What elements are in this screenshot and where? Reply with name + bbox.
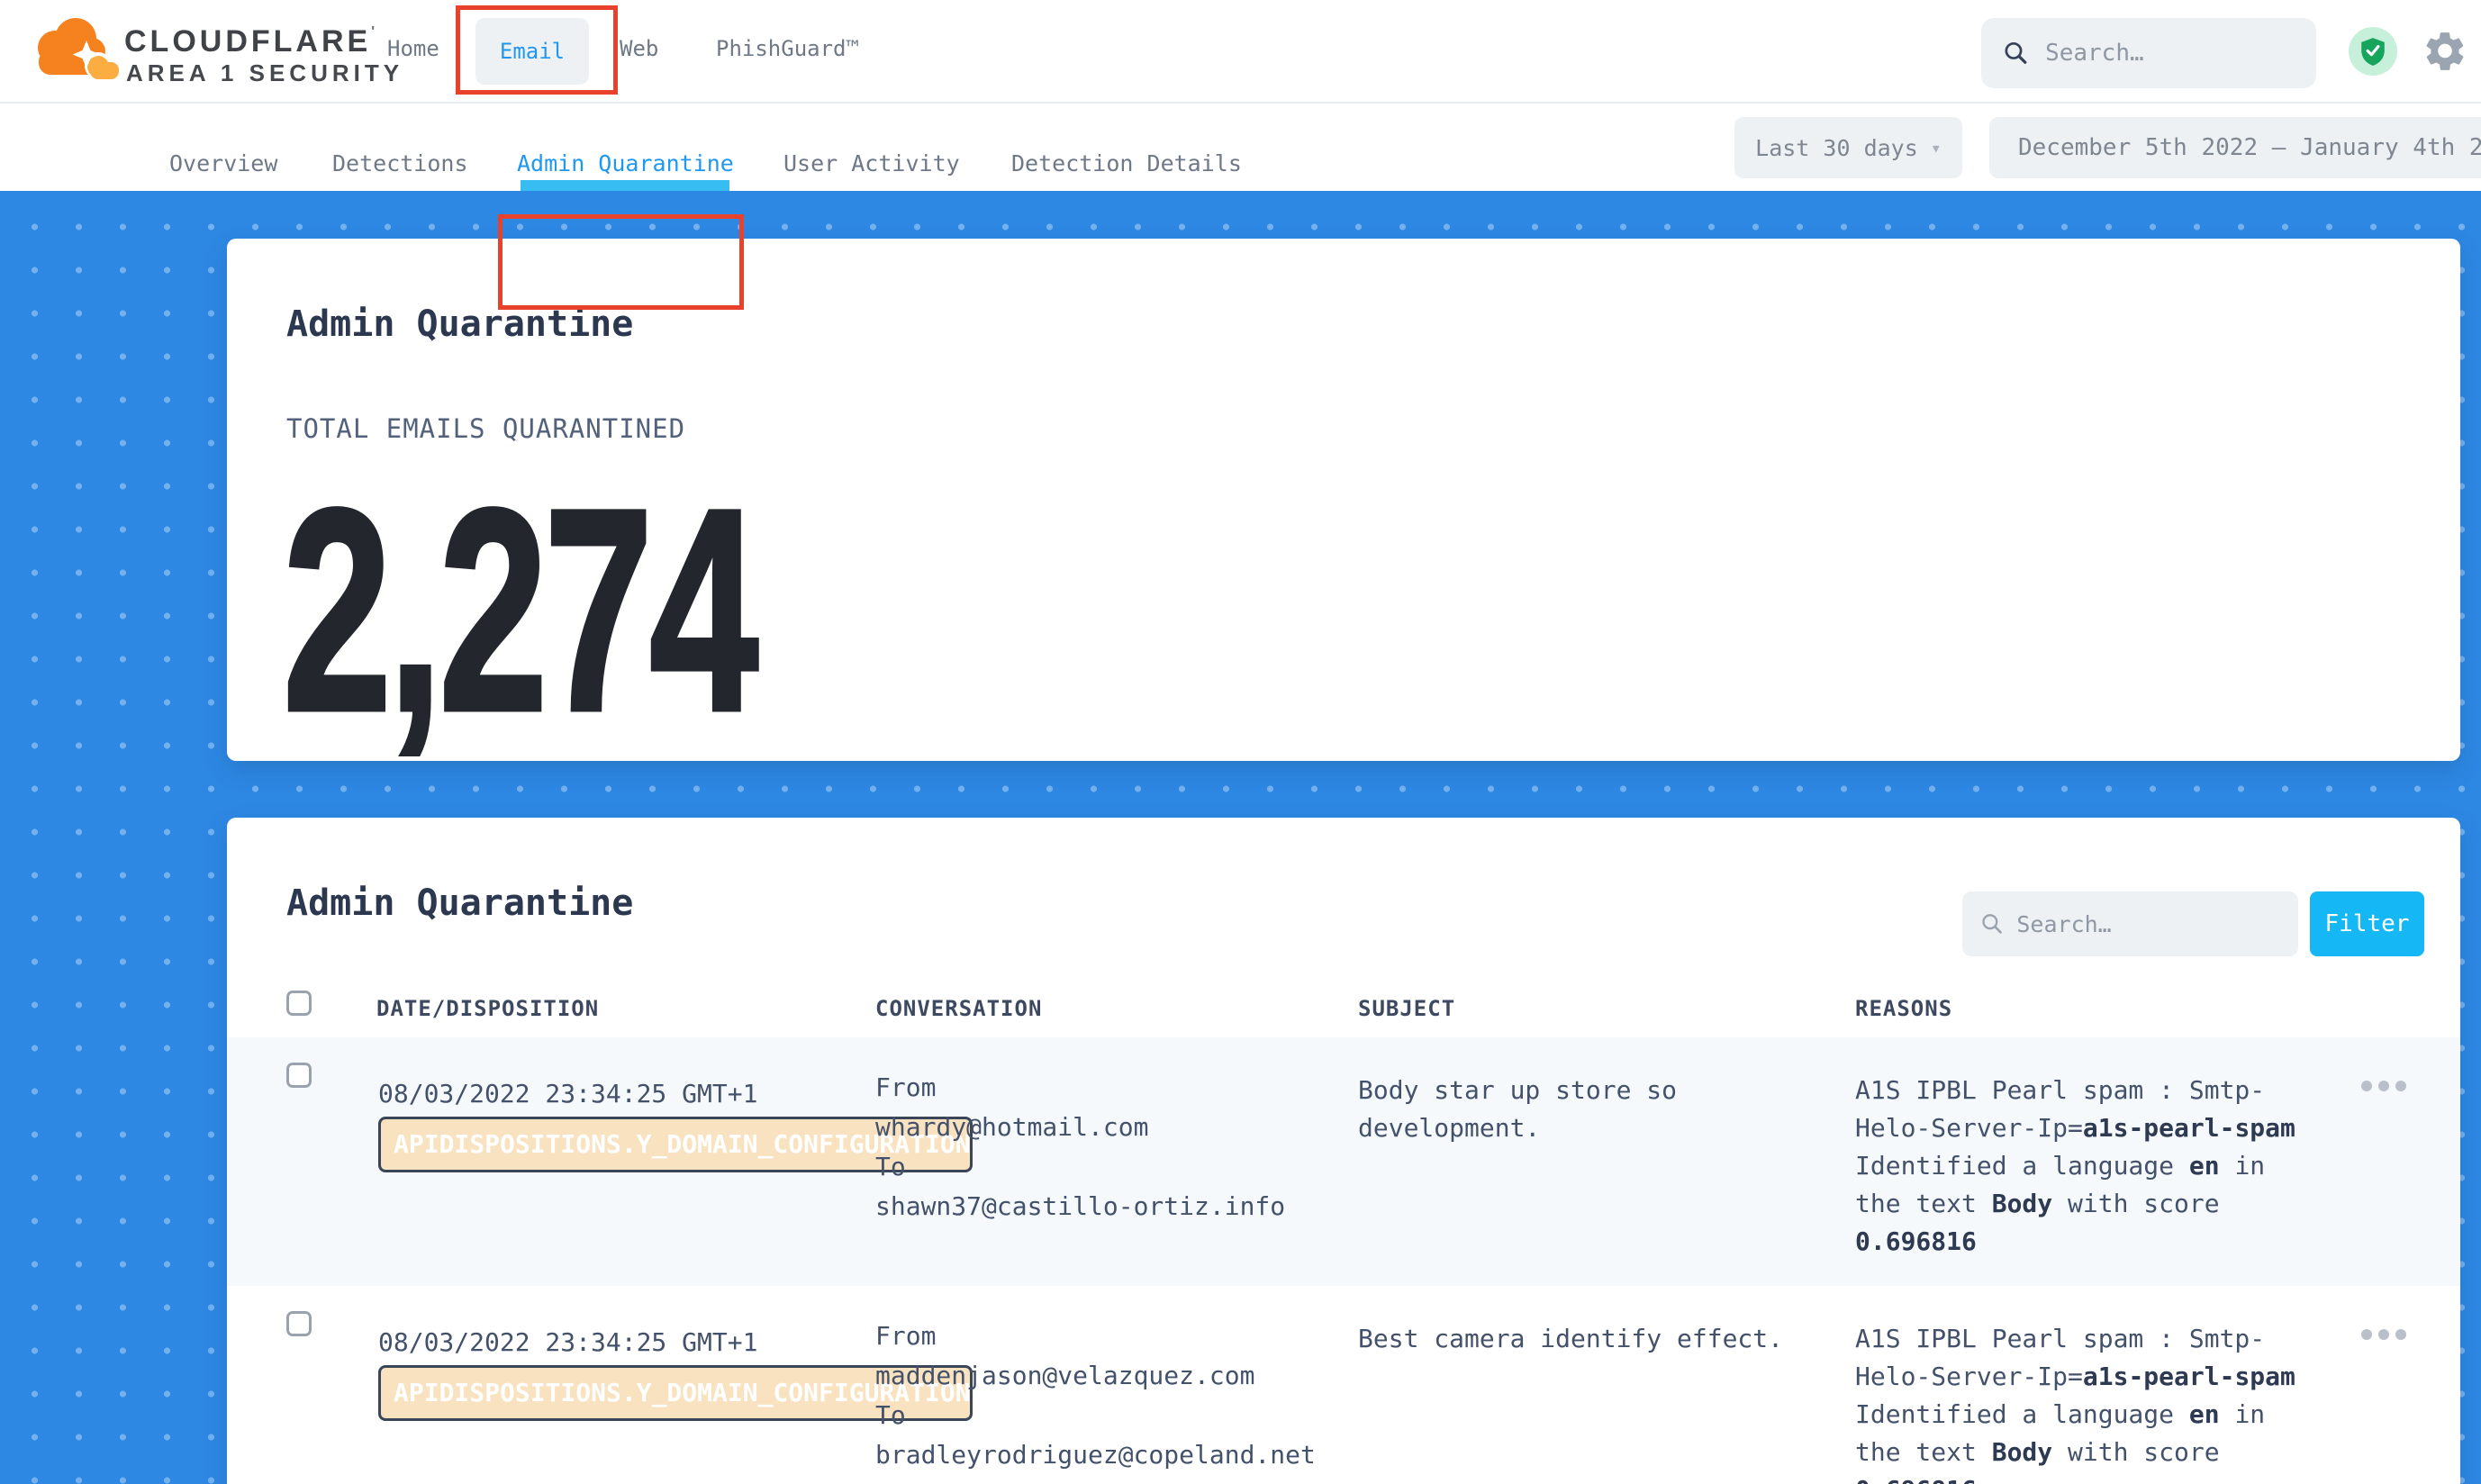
select-all-checkbox[interactable]: [286, 991, 312, 1016]
email-subnav: Overview Detections Admin Quarantine Use…: [0, 104, 2481, 191]
row-checkbox[interactable]: [286, 1063, 312, 1088]
from-address: maddenjason@velazquez.com: [875, 1356, 1358, 1396]
summary-card-title: Admin Quarantine: [286, 303, 633, 345]
tab-overview[interactable]: Overview: [169, 150, 277, 176]
global-search-input[interactable]: [2045, 40, 2295, 67]
search-icon: [1980, 910, 2004, 937]
table-header-row: DATE/DISPOSITION CONVERSATION SUBJECT RE…: [227, 964, 2460, 1037]
to-address: bradleyrodriguez@copeland.net: [875, 1435, 1358, 1475]
subject-cell: Best camera identify effect.: [1358, 1320, 1826, 1358]
top-header: CLOUDFLARE' AREA 1 SECURITY Home Email W…: [0, 0, 2481, 104]
dotted-background: Admin Quarantine TOTAL EMAILS QUARANTINE…: [0, 191, 2481, 1484]
settings-gear-icon[interactable]: [2422, 29, 2467, 74]
summary-card: Admin Quarantine TOTAL EMAILS QUARANTINE…: [227, 239, 2460, 761]
brand-name: CLOUDFLARE': [124, 24, 378, 59]
to-address: shawn37@castillo-ortiz.info: [875, 1187, 1358, 1226]
from-label: From: [875, 1317, 1358, 1356]
table-card-title: Admin Quarantine: [286, 882, 633, 924]
brand-trademark: ': [371, 24, 378, 40]
table-body: 08/03/2022 23:34:25 GMT+1 APIDISPOSITION…: [227, 1037, 2460, 1484]
total-quarantined-value: 2,274: [283, 466, 755, 754]
reasons-cell: A1S IPBL Pearl spam : Smtp-Helo-Server-I…: [1855, 1072, 2305, 1261]
row-date: 08/03/2022 23:34:25 GMT+1: [378, 1327, 757, 1357]
global-search[interactable]: [1981, 18, 2316, 88]
column-header-subject: SUBJECT: [1358, 996, 1455, 1021]
date-range-dropdown[interactable]: Last 30 days ▾: [1734, 117, 1962, 178]
reasons-cell: A1S IPBL Pearl spam : Smtp-Helo-Server-I…: [1855, 1320, 2305, 1484]
total-quarantined-label: TOTAL EMAILS QUARANTINED: [286, 413, 685, 444]
date-disposition-cell: 08/03/2022 23:34:25 GMT+1 APIDISPOSITION…: [376, 1286, 875, 1484]
shield-check-icon: [2360, 37, 2386, 66]
to-label: To: [875, 1396, 1358, 1435]
table-search[interactable]: [1962, 891, 2298, 956]
tab-user-activity[interactable]: User Activity: [783, 150, 960, 176]
screen: CLOUDFLARE' AREA 1 SECURITY Home Email W…: [0, 0, 2481, 1484]
chevron-down-icon: ▾: [1931, 137, 1942, 158]
subject-cell: Body star up store so development.: [1358, 1072, 1826, 1147]
brand-subtitle: AREA 1 SECURITY: [126, 59, 403, 87]
row-checkbox[interactable]: [286, 1311, 312, 1336]
table-search-input[interactable]: [2016, 911, 2280, 937]
date-range-display[interactable]: December 5th 2022 — January 4th 2023: [1989, 117, 2481, 178]
date-disposition-cell: 08/03/2022 23:34:25 GMT+1 APIDISPOSITION…: [376, 1037, 875, 1286]
active-tab-underline: [521, 180, 729, 191]
tab-detections[interactable]: Detections: [332, 150, 468, 176]
filter-button[interactable]: Filter: [2310, 891, 2424, 956]
from-label: From: [875, 1068, 1358, 1108]
nav-item-web[interactable]: Web: [620, 36, 658, 61]
row-actions-button[interactable]: [2343, 1081, 2424, 1091]
nav-item-phishguard[interactable]: PhishGuard™: [716, 36, 859, 61]
row-actions-button[interactable]: [2343, 1329, 2424, 1340]
cloudflare-logo-icon: [32, 12, 122, 91]
to-label: To: [875, 1147, 1358, 1187]
tab-detection-details[interactable]: Detection Details: [1011, 150, 1242, 176]
from-address: whardy@hotmail.com: [875, 1108, 1358, 1147]
row-date: 08/03/2022 23:34:25 GMT+1: [378, 1079, 757, 1108]
nav-item-email[interactable]: Email: [475, 18, 589, 85]
column-header-conversation: CONVERSATION: [875, 996, 1042, 1021]
conversation-cell: From maddenjason@velazquez.com To bradle…: [875, 1317, 1358, 1475]
search-icon: [2003, 38, 2029, 68]
column-header-date: DATE/DISPOSITION: [376, 996, 599, 1021]
nav-item-home[interactable]: Home: [387, 36, 439, 61]
tab-admin-quarantine[interactable]: Admin Quarantine: [517, 150, 734, 176]
column-header-reasons: REASONS: [1855, 996, 1952, 1021]
table-row[interactable]: 08/03/2022 23:34:25 GMT+1 APIDISPOSITION…: [227, 1286, 2460, 1484]
table-row[interactable]: 08/03/2022 23:34:25 GMT+1 APIDISPOSITION…: [227, 1037, 2460, 1286]
protection-status-badge[interactable]: [2349, 27, 2397, 76]
conversation-cell: From whardy@hotmail.com To shawn37@casti…: [875, 1068, 1358, 1226]
quarantine-table-card: Admin Quarantine Filter DATE/DISPOSITION…: [227, 818, 2460, 1484]
